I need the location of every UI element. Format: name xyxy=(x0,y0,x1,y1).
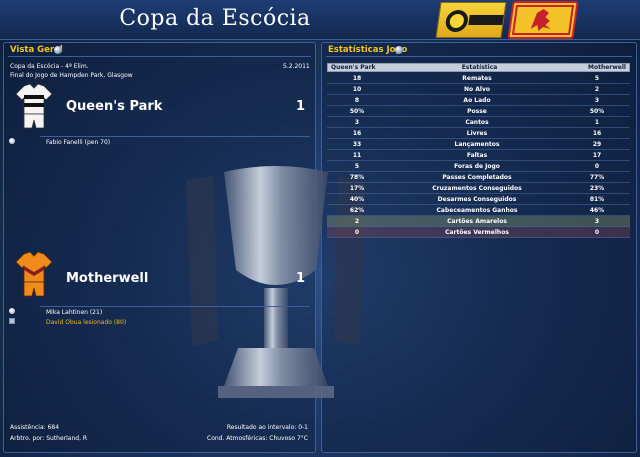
table-row[interactable]: 78% Passes Completados 77% xyxy=(327,172,630,183)
scotland-crest-icon xyxy=(507,1,579,39)
ball-icon xyxy=(9,138,15,144)
stat-label: Cruzamentos Conseguidos xyxy=(432,185,522,192)
table-row[interactable]: 0 Cartões Vermelhos 0 xyxy=(327,227,630,238)
header-bar: Copa da Escócia xyxy=(0,0,640,40)
stat-away-value: 17 xyxy=(592,152,602,159)
stat-label: Lançamentos xyxy=(454,141,500,148)
table-row[interactable]: 10 No Alvo 2 xyxy=(327,84,630,95)
divider xyxy=(40,136,310,137)
stat-away-value: 3 xyxy=(594,97,600,104)
injury-icon xyxy=(9,318,15,324)
table-row[interactable]: 11 Faltas 17 xyxy=(327,150,630,161)
overview-info-icon[interactable] xyxy=(54,46,62,54)
stat-away-value: 46% xyxy=(589,207,605,214)
stat-away-value: 16 xyxy=(592,130,602,137)
stat-home-value: 78% xyxy=(349,174,365,181)
weather-text: Cond. Atmosféricas: Chuvoso 7°C xyxy=(207,435,308,442)
stat-away-value: 1 xyxy=(594,119,600,126)
home-team-name[interactable]: Queen's Park xyxy=(66,99,162,114)
stat-home-value: 10 xyxy=(352,86,362,93)
match-date: 5.2.2011 xyxy=(283,63,310,70)
stat-home-value: 0 xyxy=(354,229,360,236)
stat-away-value: 29 xyxy=(592,141,602,148)
stat-label: Posse xyxy=(467,108,487,115)
stat-away-value: 2 xyxy=(594,86,600,93)
table-row[interactable]: 33 Lançamentos 29 xyxy=(327,139,630,150)
stat-label: Cantos xyxy=(465,119,489,126)
table-row[interactable]: 8 Ao Lado 3 xyxy=(327,95,630,106)
table-row[interactable]: 17% Cruzamentos Conseguidos 23% xyxy=(327,183,630,194)
stat-home-value: 8 xyxy=(354,97,360,104)
away-event-1[interactable]: David Obua lesionado (80) xyxy=(46,319,126,326)
divider xyxy=(40,306,310,307)
stat-home-value: 2 xyxy=(354,218,360,225)
stat-home-value: 18 xyxy=(352,75,362,82)
stats-table-header: Queen's Park Estatística Motherwell xyxy=(327,63,630,72)
away-kit-icon xyxy=(16,252,52,297)
stat-home-value: 40% xyxy=(349,196,365,203)
stat-home-value: 33 xyxy=(352,141,362,148)
stat-home-value: 3 xyxy=(354,119,360,126)
home-team-score: 1 xyxy=(296,99,306,114)
stat-label: Ao Lado xyxy=(463,97,491,104)
table-row[interactable]: 5 Foras de Jogo 0 xyxy=(327,161,630,172)
stat-away-value: 50% xyxy=(589,108,605,115)
stat-away-value: 23% xyxy=(589,185,605,192)
stat-label: Remates xyxy=(462,75,492,82)
col-away[interactable]: Motherwell xyxy=(588,64,626,71)
stat-label: Cartões Vermelhos xyxy=(445,229,509,236)
stat-label: Passes Completados xyxy=(442,174,512,181)
stat-away-value: 0 xyxy=(594,163,600,170)
halftime-text: Resultado ao intervalo: 0-1 xyxy=(226,424,308,431)
stat-home-value: 11 xyxy=(352,152,362,159)
table-row[interactable]: 3 Cantos 1 xyxy=(327,117,630,128)
divider xyxy=(326,56,632,57)
stats-info-icon[interactable] xyxy=(395,46,403,54)
table-row[interactable]: 40% Desarmes Conseguidos 81% xyxy=(327,194,630,205)
away-event-0[interactable]: Mika Lahtinen (21) xyxy=(46,309,102,316)
competition-name: Copa da Escócia - 4ª Elim. xyxy=(10,63,89,70)
stat-label: No Alvo xyxy=(464,86,490,93)
divider xyxy=(8,56,311,57)
home-event-0[interactable]: Fabio Fanelli (pen 70) xyxy=(46,139,110,146)
ball-icon xyxy=(9,308,15,314)
stat-label: Faltas xyxy=(466,152,488,159)
stat-away-value: 3 xyxy=(594,218,600,225)
stat-label: Desarmes Conseguidos xyxy=(437,196,517,203)
stat-away-value: 81% xyxy=(589,196,605,203)
table-row[interactable]: 16 Livres 16 xyxy=(327,128,630,139)
stat-label: Cabeceamentos Ganhos xyxy=(436,207,518,214)
referee-text: Arbtro. por: Sutherland, R xyxy=(10,435,88,442)
stat-home-value: 50% xyxy=(349,108,365,115)
stat-away-value: 0 xyxy=(594,229,600,236)
table-row[interactable]: 18 Remates 5 xyxy=(327,73,630,84)
match-venue: Final do Jogo de Hampden Park, Glasgow xyxy=(10,72,133,79)
stat-home-value: 62% xyxy=(349,207,365,214)
page-title: Copa da Escócia xyxy=(119,6,311,31)
away-team-name[interactable]: Motherwell xyxy=(66,271,148,286)
table-row[interactable]: 2 Cartões Amarelos 3 xyxy=(327,216,630,227)
table-row[interactable]: 62% Cabeceamentos Ganhos 46% xyxy=(327,205,630,216)
away-team-score: 1 xyxy=(296,271,306,286)
stat-label: Livres xyxy=(466,130,488,137)
col-stat[interactable]: Estatística xyxy=(328,64,631,71)
stat-away-value: 5 xyxy=(594,75,600,82)
attendance-text: Assistência: 684 xyxy=(10,424,60,431)
stat-away-value: 77% xyxy=(589,174,605,181)
stat-home-value: 5 xyxy=(354,163,360,170)
stat-label: Foras de Jogo xyxy=(454,163,500,170)
stat-home-value: 16 xyxy=(352,130,362,137)
stat-home-value: 17% xyxy=(349,185,365,192)
stat-label: Cartões Amarelos xyxy=(447,218,507,225)
home-kit-icon xyxy=(16,84,52,129)
sponsor-logo xyxy=(435,2,507,38)
table-row[interactable]: 50% Posse 50% xyxy=(327,106,630,117)
